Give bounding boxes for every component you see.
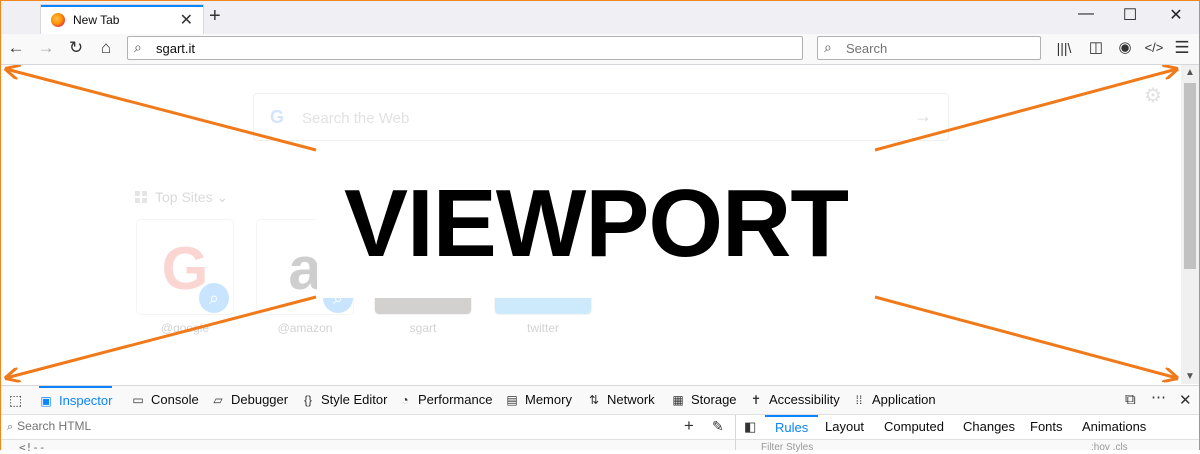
viewport-label: VIEWPORT <box>317 150 875 298</box>
debugger-icon: ▱ <box>213 393 223 407</box>
more-options-icon[interactable]: ⋯ <box>1151 388 1166 406</box>
new-tab-button[interactable]: + <box>209 5 221 28</box>
tab-performance[interactable]: ◔ Performance <box>398 386 492 414</box>
panel-divider[interactable] <box>735 415 736 450</box>
tab-strip: New Tab ✕ + — ☐ ✕ <box>1 1 1199 34</box>
search-icon: ⌕ <box>134 39 142 55</box>
viewport: G Search the Web → ⚙ Top Sites ⌄ G a S t… <box>1 65 1181 384</box>
tab-debugger[interactable]: ▱ Debugger <box>211 386 288 414</box>
developer-icon[interactable]: </> <box>1143 40 1165 55</box>
sidebar-tab-layout[interactable]: Layout <box>825 415 864 439</box>
search-html-field[interactable]: ⌕ Search HTML <box>7 419 91 434</box>
reload-button[interactable]: ↻ <box>65 38 87 58</box>
search-icon: ⌕ <box>824 39 832 55</box>
arrow-bottom-left <box>6 295 317 378</box>
close-devtools-icon[interactable]: ✕ <box>1179 391 1192 409</box>
sidebar-icon[interactable]: ◫ <box>1085 38 1107 56</box>
forward-button[interactable]: → <box>35 38 57 58</box>
tab-label: Storage <box>691 392 737 407</box>
tab-title: New Tab <box>73 13 120 27</box>
markup-line[interactable]: <!-- <box>19 441 46 454</box>
tab-label: Accessibility <box>769 392 840 407</box>
tab-label: Inspector <box>59 393 113 408</box>
sidebar-tab-changes[interactable]: Changes <box>963 415 1015 439</box>
arrow-bottom-right <box>874 295 1177 378</box>
back-button[interactable]: ← <box>5 38 27 58</box>
library-icon[interactable]: |||\ <box>1053 40 1075 56</box>
filter-styles-field[interactable]: Filter Styles <box>761 442 813 453</box>
tab-memory[interactable]: ▤ Memory <box>505 386 572 414</box>
tab-label: Style Editor <box>321 392 388 407</box>
dock-icon[interactable]: ⧉ <box>1125 391 1136 408</box>
inspector-icon: ▣ <box>40 394 52 408</box>
tab-label: Network <box>607 392 655 407</box>
style-editor-icon: {} <box>303 393 312 407</box>
tab-network[interactable]: ⇅ Network <box>587 386 655 414</box>
menu-icon[interactable]: ☰ <box>1171 38 1193 58</box>
navigation-toolbar: ← → ↻ ⌂ ⌕ sgart.it ⌕ Search |||\ ◫ ◉ </>… <box>1 34 1199 65</box>
tab-console[interactable]: ▭ Console <box>131 386 199 414</box>
tab-label: Debugger <box>231 392 289 407</box>
memory-icon: ▤ <box>506 393 518 407</box>
browser-tab[interactable]: New Tab ✕ <box>41 5 203 34</box>
url-text: sgart.it <box>156 41 196 56</box>
devtools-subtoolbar: ⌕ Search HTML + ✎ ◧ Rules Layout Computed… <box>1 415 1199 440</box>
search-icon: ⌕ <box>7 421 14 433</box>
sidebar-tab-computed[interactable]: Computed <box>884 415 944 439</box>
arrow-top-left <box>6 69 317 152</box>
sidebar-tab-fonts[interactable]: Fonts <box>1030 415 1063 439</box>
search-html-placeholder: Search HTML <box>17 419 92 433</box>
tab-inspector[interactable]: ▣ Inspector <box>39 386 113 414</box>
vertical-scrollbar[interactable]: ▲ ▼ <box>1181 65 1199 384</box>
filter-flags[interactable]: :hov .cls <box>1091 442 1128 453</box>
eyedropper-icon[interactable]: ✎ <box>712 418 724 435</box>
arrow-top-right <box>874 69 1177 152</box>
scroll-down-icon[interactable]: ▼ <box>1181 371 1199 382</box>
tab-accessibility[interactable]: ✝ Accessibility <box>749 386 840 414</box>
close-window-button[interactable]: ✕ <box>1161 5 1191 25</box>
application-icon: ⁞⁞ <box>855 393 863 407</box>
storage-icon: ▦ <box>672 393 684 407</box>
element-picker-icon[interactable]: ⬚ <box>9 392 22 409</box>
scroll-up-icon[interactable]: ▲ <box>1181 67 1199 78</box>
search-bar[interactable]: ⌕ Search <box>817 36 1041 60</box>
accessibility-icon: ✝ <box>750 393 762 407</box>
firefox-icon <box>51 13 65 27</box>
console-icon: ▭ <box>132 393 144 407</box>
close-tab-icon[interactable]: ✕ <box>180 10 193 30</box>
scroll-thumb[interactable] <box>1184 83 1196 269</box>
search-placeholder: Search <box>846 41 888 56</box>
tab-label: Application <box>872 392 936 407</box>
tab-style-editor[interactable]: {} Style Editor <box>301 386 388 414</box>
home-button[interactable]: ⌂ <box>95 38 117 58</box>
performance-icon: ◔ <box>401 393 409 407</box>
add-node-button[interactable]: + <box>684 416 694 436</box>
tab-label: Performance <box>418 392 493 407</box>
tab-application[interactable]: ⁞⁞ Application <box>852 386 936 414</box>
devtools-panel: ⬚ ▣ Inspector ▭ Console ▱ Debugger {} Style … <box>1 385 1199 454</box>
sidebar-tab-rules[interactable]: Rules <box>765 415 819 439</box>
account-icon[interactable]: ◉ <box>1114 38 1136 56</box>
tab-label: Console <box>151 392 199 407</box>
maximize-button[interactable]: ☐ <box>1115 5 1145 25</box>
network-icon: ⇅ <box>588 393 600 407</box>
tab-label: Memory <box>525 392 572 407</box>
minimize-button[interactable]: — <box>1071 5 1101 23</box>
devtools-tabbar: ⬚ ▣ Inspector ▭ Console ▱ Debugger {} Style … <box>1 386 1199 415</box>
url-bar[interactable]: ⌕ sgart.it <box>127 36 803 60</box>
sidebar-toggle-icon[interactable]: ◧ <box>744 419 756 435</box>
tab-storage[interactable]: ▦ Storage <box>671 386 737 414</box>
sidebar-tab-animations[interactable]: Animations <box>1082 415 1146 439</box>
